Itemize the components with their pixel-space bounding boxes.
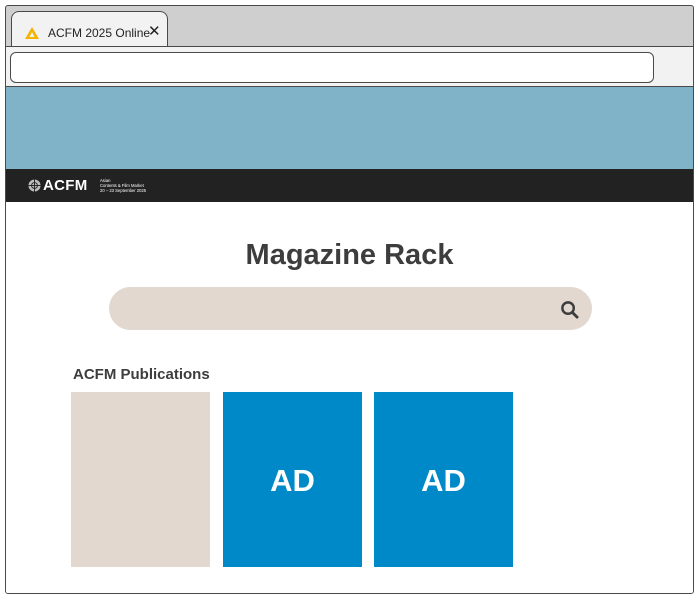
brand-bar: ACFM Asian Contents & Film Market 20 – 2… — [6, 169, 693, 202]
brand-subtitle-line: 20 – 23 September 2025 — [100, 187, 147, 193]
brand-subtitle: Asian Contents & Film Market 20 – 23 Sep… — [100, 178, 147, 193]
acfm-emblem-icon — [28, 179, 41, 192]
tab-title: ACFM 2025 Online — [48, 26, 151, 40]
browser-toolbar — [6, 46, 693, 86]
ad-label: AD — [421, 463, 466, 498]
tab-close-icon[interactable]: ✕ — [148, 23, 161, 41]
search-input[interactable] — [129, 287, 553, 332]
page-title: Magazine Rack — [245, 239, 454, 271]
brand-name: ACFM — [43, 177, 88, 194]
publication-card[interactable] — [71, 392, 210, 567]
search-bar — [109, 287, 592, 332]
browser-window: ACFM 2025 Online ✕ ACFM Asian Contents &… — [5, 5, 694, 594]
ad-label: AD — [270, 463, 315, 498]
address-bar[interactable] — [10, 52, 654, 83]
search-icon[interactable] — [560, 300, 579, 319]
acfm-triangle-logo-icon — [25, 27, 39, 39]
hero-banner — [6, 87, 693, 169]
section-heading: ACFM Publications — [73, 366, 210, 383]
ad-card[interactable]: AD — [374, 392, 513, 567]
ad-card[interactable]: AD — [223, 392, 362, 567]
page-viewport: ACFM Asian Contents & Film Market 20 – 2… — [6, 86, 693, 593]
